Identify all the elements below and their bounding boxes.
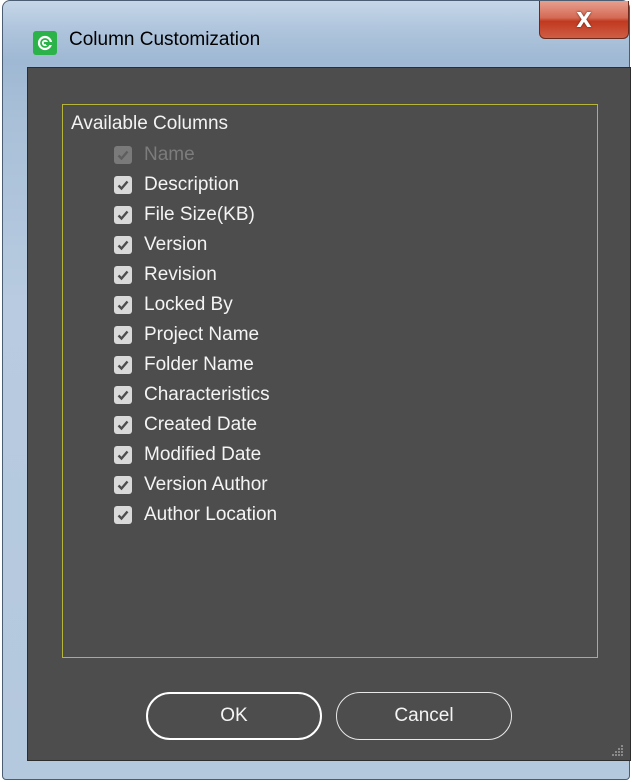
checkbox-name [114, 146, 132, 164]
column-label: Created Date [144, 414, 258, 435]
column-label: Project Name [144, 324, 260, 345]
column-item-locked-by[interactable]: Locked By [114, 291, 233, 319]
title-bar[interactable]: Column Customization X [3, 1, 629, 67]
column-item-name: Name [114, 141, 195, 169]
close-icon: X [576, 7, 592, 32]
checkbox-locked-by[interactable] [114, 296, 132, 314]
checkbox-version[interactable] [114, 236, 132, 254]
column-item-author-location[interactable]: Author Location [114, 501, 277, 529]
column-label: Revision [144, 264, 217, 285]
column-label: Locked By [144, 294, 233, 315]
checkbox-author-location[interactable] [114, 506, 132, 524]
resize-grip-icon[interactable] [610, 742, 624, 756]
checkbox-folder-name[interactable] [114, 356, 132, 374]
column-label: Version [144, 234, 208, 255]
column-label: File Size(KB) [144, 204, 255, 225]
column-label: Name [144, 144, 195, 165]
checkbox-characteristics[interactable] [114, 386, 132, 404]
column-item-created-date[interactable]: Created Date [114, 411, 257, 439]
column-item-version[interactable]: Version [114, 231, 207, 259]
column-label: Author Location [144, 504, 278, 525]
refresh-circle-icon [33, 31, 57, 55]
column-label: Modified Date [144, 444, 262, 465]
window-title: Column Customization [69, 29, 261, 50]
column-item-project-name[interactable]: Project Name [114, 321, 259, 349]
checkbox-created-date[interactable] [114, 416, 132, 434]
column-item-file-size[interactable]: File Size(KB) [114, 201, 255, 229]
column-item-revision[interactable]: Revision [114, 261, 217, 289]
column-item-modified-date[interactable]: Modified Date [114, 441, 261, 469]
checkbox-revision[interactable] [114, 266, 132, 284]
column-label: Description [144, 174, 240, 195]
column-item-version-author[interactable]: Version Author [114, 471, 268, 499]
checkbox-version-author[interactable] [114, 476, 132, 494]
column-item-folder-name[interactable]: Folder Name [114, 351, 254, 379]
column-label: Folder Name [144, 354, 254, 375]
checkbox-file-size[interactable] [114, 206, 132, 224]
checkbox-project-name[interactable] [114, 326, 132, 344]
column-item-description[interactable]: Description [114, 171, 239, 199]
group-title: Available Columns [71, 113, 229, 134]
close-button[interactable]: X [539, 1, 629, 39]
column-label: Characteristics [144, 384, 270, 405]
available-columns-group: Available Columns Name Description File … [62, 104, 598, 658]
dialog-body: Available Columns Name Description File … [27, 67, 631, 761]
checkbox-modified-date[interactable] [114, 446, 132, 464]
checkbox-description[interactable] [114, 176, 132, 194]
column-item-characteristics[interactable]: Characteristics [114, 381, 270, 409]
column-label: Version Author [144, 474, 268, 495]
ok-button[interactable]: OK [146, 692, 322, 740]
dialog-window: Column Customization X Available Columns… [2, 0, 631, 780]
cancel-button[interactable]: Cancel [336, 692, 512, 740]
